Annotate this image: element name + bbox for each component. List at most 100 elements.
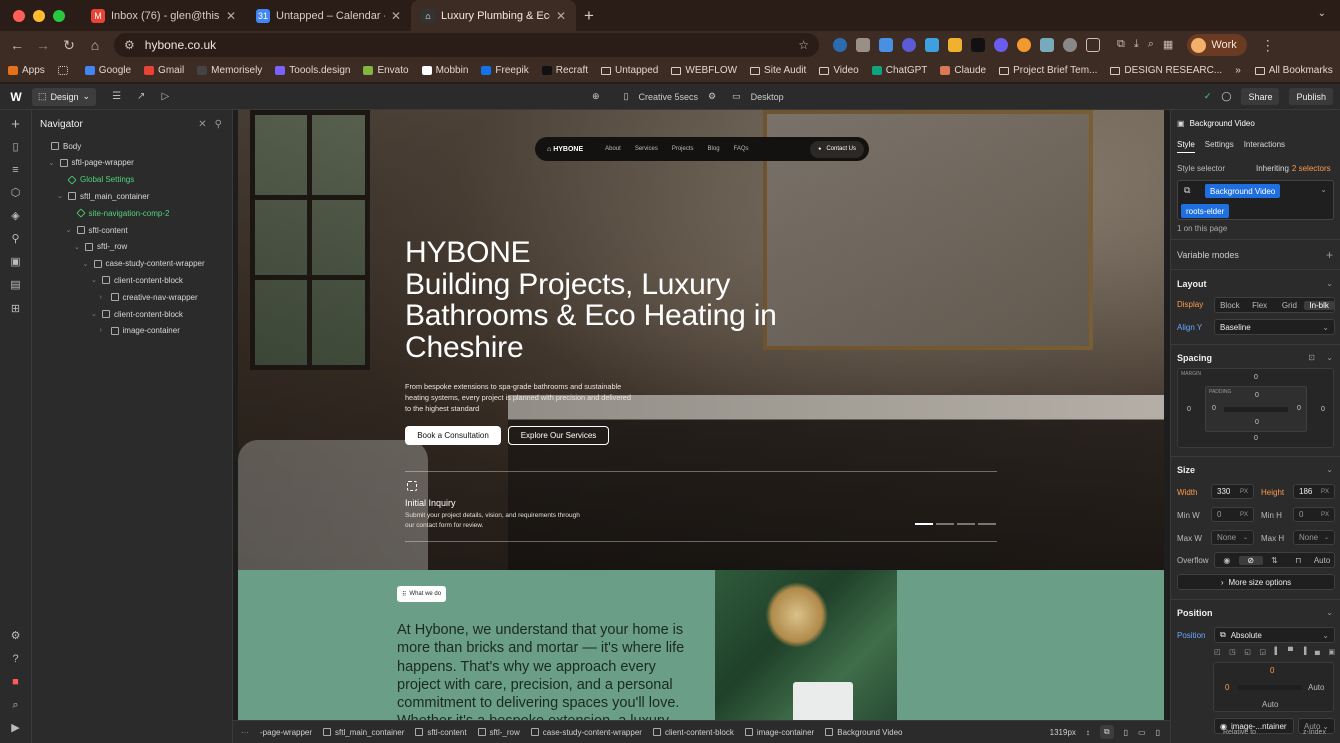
- add-icon[interactable]: +: [1326, 248, 1333, 262]
- min-width-input[interactable]: 0 PX: [1211, 507, 1254, 522]
- step-indicator[interactable]: [915, 523, 933, 525]
- extension-icon[interactable]: [1017, 38, 1031, 52]
- display-options[interactable]: Block Flex Grid In-blk: [1214, 297, 1335, 313]
- bookmark-item[interactable]: Recraft: [541, 65, 588, 76]
- landscape-icon[interactable]: ▭: [1138, 728, 1146, 737]
- bookmark-item[interactable]: DESIGN RESEARC...: [1110, 65, 1222, 76]
- preset-bottom-right-icon[interactable]: ◲: [1259, 648, 1266, 656]
- extension-icon[interactable]: [925, 38, 939, 52]
- components-icon[interactable]: ⬡: [9, 187, 22, 200]
- tree-item[interactable]: Body: [40, 138, 81, 154]
- overflow-options[interactable]: ◉ ⊘ ⇅ ⊓ Auto: [1214, 552, 1335, 568]
- close-tab-icon[interactable]: ✕: [556, 9, 566, 23]
- download-icon[interactable]: ⤓: [1134, 38, 1139, 52]
- selector-field[interactable]: ⧉ Background Video roots-elder ⌄: [1177, 180, 1334, 220]
- position-toggle-icon[interactable]: ⧉: [1099, 725, 1114, 739]
- extension-icon[interactable]: [833, 38, 847, 52]
- browser-tab[interactable]: M Inbox (76) - glen@thisisuntap ✕: [81, 0, 246, 31]
- site-info-icon[interactable]: ⚙: [124, 38, 135, 52]
- chevron-down-icon[interactable]: ⌄: [91, 310, 98, 318]
- breadcrumb-item[interactable]: sftl_main_container: [323, 728, 404, 737]
- tab-style[interactable]: Style: [1177, 140, 1195, 153]
- pages-icon[interactable]: ▯: [9, 141, 22, 154]
- tree-item[interactable]: Global Settings: [57, 172, 134, 188]
- preset-bottom-icon[interactable]: ▄: [1315, 648, 1320, 656]
- camera-extension-icon[interactable]: [856, 38, 870, 52]
- url-field[interactable]: ⚙ hybone.co.uk ☆: [114, 33, 819, 57]
- apps-icon[interactable]: ⊞: [9, 303, 22, 316]
- extension-icon[interactable]: [902, 38, 916, 52]
- preset-top-left-icon[interactable]: ◰: [1214, 648, 1221, 656]
- site-nav-link-faqs[interactable]: FAQs: [734, 146, 749, 152]
- extension-icon[interactable]: [879, 38, 893, 52]
- site-nav-link-projects[interactable]: Projects: [672, 146, 694, 152]
- bookmark-item[interactable]: Gmail: [144, 65, 184, 76]
- overflow-hidden-icon[interactable]: ⊘: [1238, 555, 1263, 565]
- page-selector[interactable]: Creative 5secs: [639, 92, 699, 102]
- max-width-input[interactable]: None ⌄: [1211, 530, 1254, 545]
- breadcrumb-item[interactable]: sftl-_row: [477, 728, 520, 737]
- tab-interactions[interactable]: Interactions: [1244, 140, 1285, 153]
- spacing-box-model[interactable]: MARGIN 0 0 0 0 PADDING 0 0 0 0: [1177, 368, 1334, 448]
- bookmark-item[interactable]: Google: [84, 65, 131, 76]
- comments-icon[interactable]: ◯: [1221, 91, 1231, 102]
- chevron-right-icon[interactable]: ›: [100, 294, 107, 301]
- pencil-extension-icon[interactable]: [948, 38, 962, 52]
- bookmark-item[interactable]: Video: [819, 65, 859, 76]
- preset-left-icon[interactable]: ▌: [1275, 648, 1280, 656]
- extension-icon[interactable]: [1040, 38, 1054, 52]
- chevron-down-icon[interactable]: ⌄: [1326, 608, 1333, 617]
- webflow-logo-icon[interactable]: W: [0, 90, 32, 104]
- navigator-icon[interactable]: ≡: [9, 164, 22, 177]
- bookmark-item[interactable]: Project Brief Tem...: [999, 65, 1097, 76]
- chevron-down-icon[interactable]: ⌄: [1326, 465, 1333, 474]
- maximize-window-button[interactable]: [53, 9, 65, 22]
- chevron-down-icon[interactable]: ⌄: [91, 276, 98, 284]
- overflow-visible-icon[interactable]: ◉: [1215, 556, 1239, 565]
- bookmark-star-icon[interactable]: ☆: [798, 38, 809, 52]
- chevron-down-icon[interactable]: ⌄: [1326, 279, 1333, 288]
- tab-search-chevron-icon[interactable]: ⌄: [1318, 8, 1326, 19]
- bookmark-item[interactable]: Apps: [8, 65, 45, 76]
- bookmark-item[interactable]: Freepik: [481, 65, 529, 76]
- about-section[interactable]: ⠿ What we do At Hybone, we understand tha…: [238, 570, 1164, 720]
- step-indicator[interactable]: [957, 523, 975, 525]
- search-icon[interactable]: ⌕: [9, 699, 22, 712]
- breakpoint-selector[interactable]: Desktop: [751, 92, 784, 102]
- cms-book-icon[interactable]: ▤: [9, 279, 22, 292]
- spacing-mode-icon[interactable]: ⊡: [1308, 353, 1315, 362]
- reload-icon[interactable]: ↻: [56, 37, 82, 54]
- step-indicator[interactable]: [978, 523, 996, 525]
- tree-item[interactable]: ⌄ sftl_main_container: [57, 188, 149, 204]
- site-nav-link-services[interactable]: Services: [635, 146, 658, 152]
- cast-icon[interactable]: ⧉: [1117, 38, 1125, 52]
- close-tab-icon[interactable]: ✕: [391, 9, 401, 23]
- max-height-input[interactable]: None ⌄: [1293, 530, 1335, 545]
- bookmark-item[interactable]: Site Audit: [750, 65, 806, 76]
- tree-item[interactable]: › creative-nav-wrapper: [100, 289, 198, 305]
- assets-icon[interactable]: ▣: [9, 256, 22, 269]
- video-help-icon[interactable]: ▶: [9, 722, 22, 735]
- lens-icon[interactable]: ⌕: [1148, 38, 1154, 52]
- styles-icon[interactable]: ⚲: [9, 233, 22, 246]
- mobile-icon[interactable]: ▯: [1156, 728, 1160, 737]
- site-nav-link-blog[interactable]: Blog: [708, 146, 720, 152]
- overflow-scroll-icon[interactable]: ⇅: [1263, 556, 1287, 565]
- browser-tab[interactable]: ⌂ Luxury Plumbing & Eco Heati ✕: [411, 0, 576, 31]
- help-icon[interactable]: ?: [9, 653, 22, 666]
- pin-icon[interactable]: ⚲: [215, 119, 222, 130]
- profile-button[interactable]: Work: [1187, 34, 1247, 56]
- preset-bottom-left-icon[interactable]: ◱: [1244, 648, 1251, 656]
- add-elements-icon[interactable]: +: [9, 117, 22, 132]
- chevron-down-icon[interactable]: ⌄: [1326, 353, 1333, 362]
- breadcrumb-item[interactable]: image-container: [744, 728, 814, 737]
- browser-menu-icon[interactable]: ⋮: [1255, 37, 1281, 54]
- bookmark-item[interactable]: Mobbin: [421, 65, 468, 76]
- class-chip[interactable]: roots-elder: [1181, 204, 1230, 218]
- margin-right[interactable]: 0: [1321, 406, 1325, 413]
- bookmark-item[interactable]: WEBFLOW: [671, 65, 737, 76]
- padding-box[interactable]: PADDING 0 0 0 0: [1205, 386, 1307, 432]
- grid-icon[interactable]: ▦: [1163, 38, 1173, 52]
- globe-icon[interactable]: ⊕: [592, 91, 600, 102]
- preset-top-right-icon[interactable]: ◳: [1229, 648, 1236, 656]
